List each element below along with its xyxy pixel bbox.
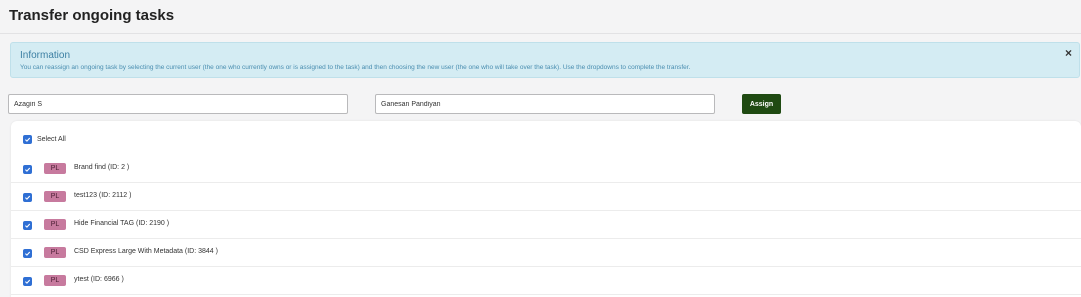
checkmark-icon	[25, 137, 31, 142]
task-checkbox[interactable]	[23, 193, 32, 202]
page-title: Transfer ongoing tasks	[9, 7, 175, 24]
select-all-label: Select All	[37, 135, 66, 143]
task-label: Brand find (ID: 2 )	[74, 164, 130, 171]
task-checkbox[interactable]	[23, 249, 32, 258]
task-row: PL CSD Express Large With Metadata (ID: …	[11, 239, 1081, 267]
checkmark-icon	[25, 279, 31, 284]
page-header: Transfer ongoing tasks	[0, 0, 1081, 34]
task-type-badge: PL	[44, 191, 66, 202]
task-type-badge: PL	[44, 163, 66, 174]
select-all-checkbox[interactable]	[23, 134, 32, 144]
task-checkbox[interactable]	[23, 277, 32, 286]
new-user-select[interactable]	[375, 94, 715, 114]
current-user-select[interactable]	[8, 94, 348, 114]
close-icon[interactable]: ×	[1065, 46, 1072, 60]
task-checkbox[interactable]	[23, 221, 32, 230]
task-type-badge: PL	[44, 247, 66, 258]
task-list-panel: Select All PL Brand find (ID: 2 ) PL tes…	[11, 121, 1081, 297]
task-type-badge: PL	[44, 219, 66, 230]
task-type-badge: PL	[44, 275, 66, 286]
task-label: Hide Financial TAG (ID: 2190 )	[74, 220, 170, 227]
select-all[interactable]: Select All	[23, 133, 66, 145]
task-row: PL Brand find (ID: 2 )	[11, 155, 1081, 183]
task-row: PL Hide Financial TAG (ID: 2190 )	[11, 211, 1081, 239]
task-label: ytest (ID: 6966 )	[74, 276, 124, 283]
checkmark-icon	[25, 223, 31, 228]
info-text: You can reassign an ongoing task by sele…	[20, 64, 691, 71]
info-title: Information	[20, 50, 71, 61]
task-row: PL test123 (ID: 2112 )	[11, 183, 1081, 211]
task-label: CSD Express Large With Metadata (ID: 384…	[74, 248, 218, 255]
checkmark-icon	[25, 167, 31, 172]
task-row: PL ytest (ID: 6966 )	[11, 267, 1081, 295]
task-label: test123 (ID: 2112 )	[74, 192, 132, 199]
checkmark-icon	[25, 251, 31, 256]
checkmark-icon	[25, 195, 31, 200]
task-checkbox[interactable]	[23, 165, 32, 174]
information-alert: Information You can reassign an ongoing …	[10, 42, 1080, 78]
assign-button[interactable]: Assign	[742, 94, 781, 114]
